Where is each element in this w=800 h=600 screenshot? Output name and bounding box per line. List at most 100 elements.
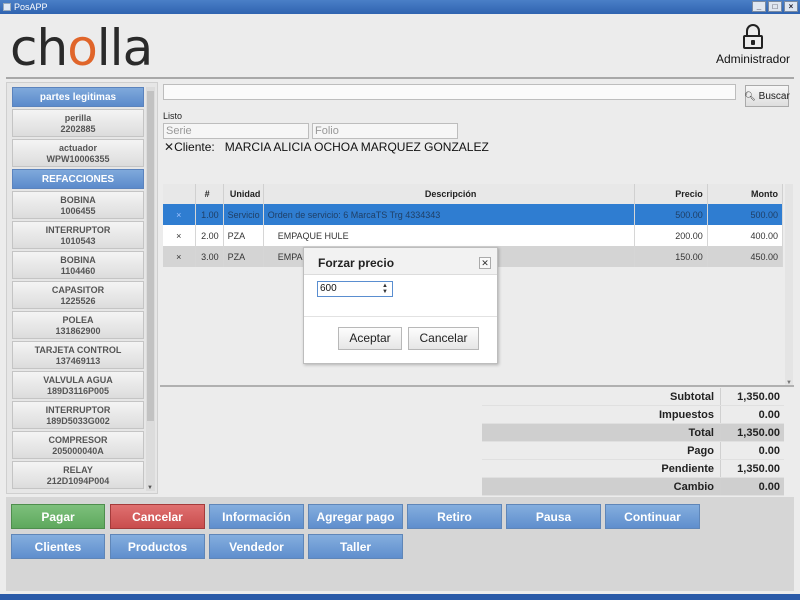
cancel-sale-button[interactable]: Cancelar — [110, 504, 205, 529]
products-button[interactable]: Productos — [110, 534, 205, 559]
withdrawal-button[interactable]: Retiro — [407, 504, 502, 529]
row-amount: 400.00 — [707, 225, 784, 246]
product-item[interactable]: TARJETA CONTROL 137469113 — [12, 341, 144, 369]
folio-field[interactable]: Folio — [312, 123, 458, 139]
minimize-button[interactable]: _ — [752, 1, 766, 12]
total-row: Total 1,350.00 — [482, 424, 784, 442]
remove-item-icon[interactable]: × — [163, 246, 196, 267]
search-button[interactable]: 🔍︎ Buscar — [744, 85, 790, 107]
tax-value: 0.00 — [720, 406, 784, 423]
pause-button[interactable]: Pausa — [506, 504, 601, 529]
tax-row: Impuestos 0.00 — [482, 406, 784, 424]
product-item[interactable]: INTERRUPTOR 1010543 — [12, 221, 144, 249]
clients-button[interactable]: Clientes — [11, 534, 105, 559]
accept-button[interactable]: Aceptar — [338, 327, 402, 350]
remove-client-icon[interactable]: ✕ — [164, 140, 174, 154]
total-label: Total — [688, 427, 714, 439]
col-number[interactable]: # — [195, 184, 224, 204]
product-name: COMPRESOR — [48, 435, 108, 445]
totals-panel: Subtotal 1,350.00 Impuestos 0.00 Total 1,35… — [482, 388, 784, 496]
maximize-button[interactable]: □ — [768, 1, 782, 12]
product-name: INTERRUPTOR — [45, 405, 111, 415]
product-item[interactable]: CAPASITOR 1225526 — [12, 281, 144, 309]
search-input[interactable] — [163, 84, 736, 100]
scroll-down-arrow-icon[interactable]: ▼ — [147, 485, 153, 491]
row-price[interactable]: 200.00 — [634, 225, 708, 246]
workshop-button[interactable]: Taller — [308, 534, 403, 559]
close-window-button[interactable]: × — [784, 1, 798, 12]
product-name: actuador — [58, 143, 97, 153]
row-price[interactable]: 150.00 — [634, 246, 708, 267]
product-code: 212D1094P004 — [46, 476, 110, 486]
row-amount: 500.00 — [707, 204, 784, 225]
product-item[interactable]: BOBINA 1006455 — [12, 191, 144, 219]
product-item[interactable]: BOBINA 1104460 — [12, 251, 144, 279]
col-price[interactable]: Precio — [634, 184, 708, 204]
col-amount[interactable]: Monto — [707, 184, 784, 204]
category-header-refacciones[interactable]: REFACCIONES — [12, 169, 144, 189]
table-row[interactable]: × 1.00 Servicio Orden de servicio: 6 Mar… — [163, 204, 784, 225]
product-item[interactable]: POLEA 131862900 — [12, 311, 144, 339]
remove-item-icon[interactable]: × — [163, 204, 196, 225]
row-unit: Servicio — [223, 204, 264, 225]
paid-value: 0.00 — [720, 442, 784, 459]
row-quantity: 2.00 — [195, 225, 224, 246]
product-item[interactable]: actuador WPW10006355 — [12, 139, 144, 167]
product-item[interactable]: COMPRESOR 205000040A — [12, 431, 144, 459]
row-unit: PZA — [223, 225, 264, 246]
pay-button[interactable]: Pagar — [11, 504, 105, 529]
search-icon: 🔍︎ — [744, 90, 756, 101]
product-name: BOBINA — [60, 255, 96, 265]
header-divider — [6, 77, 794, 79]
add-payment-button[interactable]: Agregar pago — [308, 504, 403, 529]
dialog-cancel-button[interactable]: Cancelar — [408, 327, 479, 350]
action-bar: Pagar Cancelar Información Agregar pago … — [6, 497, 794, 591]
serie-field[interactable]: Serie — [163, 123, 309, 139]
product-code: 131862900 — [55, 326, 101, 336]
app-icon — [3, 3, 11, 11]
continue-button[interactable]: Continuar — [605, 504, 700, 529]
price-stepper[interactable]: 600 ▲ ▼ — [317, 281, 393, 297]
os-taskbar — [0, 594, 800, 600]
product-code: 205000040A — [52, 446, 104, 456]
row-quantity: 3.00 — [195, 246, 224, 267]
category-list: partes legitimas perilla 2202885 actuador… — [12, 87, 144, 491]
col-remove — [163, 184, 196, 204]
client-label[interactable]: ✕Cliente: — [164, 140, 215, 154]
product-name: perilla — [64, 113, 92, 123]
product-item[interactable]: RELAY 212D1094P004 — [12, 461, 144, 489]
table-scrollbar[interactable]: ▼ — [785, 184, 793, 386]
product-item[interactable]: INTERRUPTOR 189D5033G002 — [12, 401, 144, 429]
sidebar-scrollbar[interactable]: ▼ — [146, 87, 155, 491]
subtotal-value: 1,350.00 — [720, 388, 784, 405]
stepper-arrows-icon[interactable]: ▲ ▼ — [382, 283, 388, 295]
client-name: MARCIA ALICIA OCHOA MARQUEZ GONZALEZ — [224, 140, 489, 154]
window-titlebar: PosAPP _ □ × — [0, 0, 800, 14]
sidebar-scroll-thumb[interactable] — [147, 91, 154, 421]
col-unit[interactable]: Unidad — [223, 184, 264, 204]
remove-item-icon[interactable]: × — [163, 225, 196, 246]
category-header-partes[interactable]: partes legitimas — [12, 87, 144, 107]
col-description[interactable]: Descripción — [263, 184, 635, 204]
product-item[interactable]: VALVULA AGUA 189D3116P005 — [12, 371, 144, 399]
product-item[interactable]: perilla 2202885 — [12, 109, 144, 137]
search-button-label: Buscar — [758, 90, 790, 102]
product-code: 1104460 — [60, 266, 96, 276]
tax-label: Impuestos — [658, 409, 714, 421]
row-price[interactable]: 500.00 — [634, 204, 708, 225]
user-name: Administrador — [715, 52, 790, 66]
table-row[interactable]: × 2.00 PZA EMPAQUE HULE 200.00 400.00 — [163, 225, 784, 246]
product-code: 2202885 — [60, 124, 96, 134]
info-button[interactable]: Información — [209, 504, 304, 529]
paid-row: Pago 0.00 — [482, 442, 784, 460]
product-code: 189D3116P005 — [46, 386, 110, 396]
close-icon[interactable]: ✕ — [479, 257, 491, 269]
subtotal-row: Subtotal 1,350.00 — [482, 388, 784, 406]
dialog-divider — [304, 316, 497, 317]
seller-button[interactable]: Vendedor — [209, 534, 304, 559]
row-description: Orden de servicio: 6 MarcaTS Trg 4334343 — [263, 204, 635, 225]
row-amount: 450.00 — [707, 246, 784, 267]
lock-icon[interactable] — [742, 24, 764, 50]
user-menu[interactable]: Administrador — [716, 24, 790, 66]
logo-text-o: o — [67, 19, 98, 77]
